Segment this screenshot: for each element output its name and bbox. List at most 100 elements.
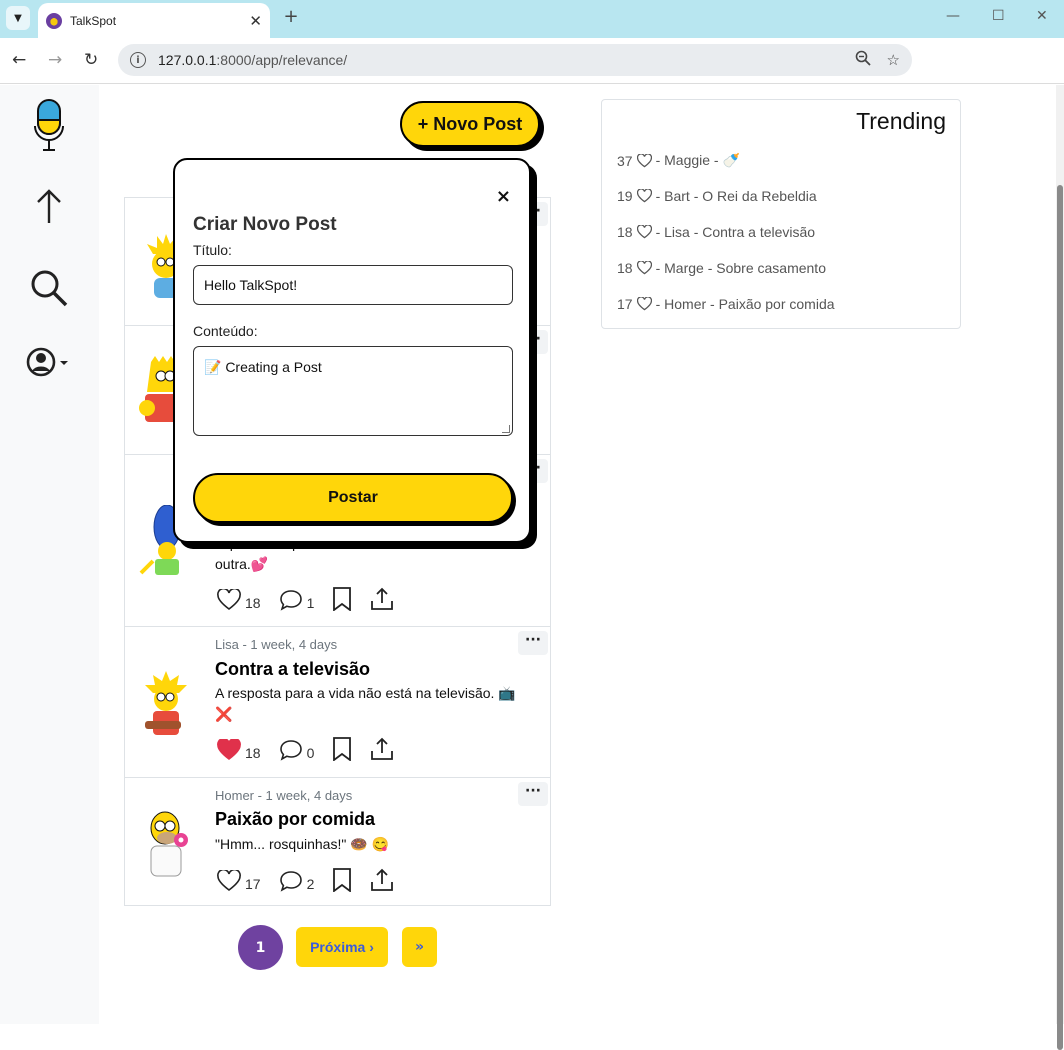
trending-count: 18: [617, 224, 633, 240]
post-actions: 18 0: [217, 737, 412, 761]
comment-action[interactable]: 2: [279, 870, 315, 892]
pagination-current-page[interactable]: 1: [238, 925, 283, 970]
sidebar: [0, 85, 99, 1024]
trending-title: Trending: [856, 108, 946, 134]
url-path: :8000/app/relevance/: [216, 52, 348, 68]
comment-action[interactable]: 0: [279, 739, 315, 761]
comment-action[interactable]: 1: [279, 589, 315, 611]
trending-text: - Marge - Sobre casamento: [655, 260, 826, 276]
bookmark-icon[interactable]: [332, 737, 352, 761]
trending-count: 37: [617, 152, 633, 169]
like-count: 18: [245, 745, 261, 761]
forward-icon[interactable]: →: [48, 50, 62, 70]
heart-filled-icon[interactable]: [217, 739, 241, 761]
reload-icon[interactable]: ↻: [84, 50, 98, 70]
comment-count: 2: [306, 876, 315, 892]
post-actions: 17 2: [217, 868, 412, 892]
heart-icon[interactable]: [217, 589, 241, 611]
maximize-icon[interactable]: ☐: [992, 8, 1005, 24]
trending-item[interactable]: 17 - Homer - Paixão por comida: [617, 296, 835, 312]
content-label: Conteúdo:: [193, 323, 258, 339]
modal-title: Criar Novo Post: [193, 214, 337, 235]
comment-icon[interactable]: [279, 739, 303, 761]
new-post-modal: × Criar Novo Post Título: Hello TalkSpot…: [173, 158, 531, 543]
title-label: Título:: [193, 242, 232, 258]
trending-count: 17: [617, 296, 633, 312]
pagination-next-button[interactable]: Próxima ›: [296, 927, 388, 967]
url-text: 127.0.0.1:8000/app/relevance/: [158, 52, 839, 68]
like-count: 18: [245, 595, 261, 611]
share-icon[interactable]: [370, 587, 394, 611]
new-tab-icon[interactable]: +: [280, 6, 302, 28]
trending-item[interactable]: 18 - Lisa - Contra a televisão: [617, 224, 815, 240]
like-action[interactable]: 18: [217, 589, 261, 611]
lisa-avatar[interactable]: [137, 669, 195, 739]
post-title[interactable]: Contra a televisão: [215, 659, 370, 680]
title-input[interactable]: Hello TalkSpot!: [193, 265, 513, 305]
post-options-button[interactable]: ···: [518, 782, 548, 806]
bookmark-star-icon[interactable]: ☆: [887, 51, 900, 69]
trending-item[interactable]: 18 - Marge - Sobre casamento: [617, 260, 826, 276]
content-textarea[interactable]: 📝 Creating a Post: [193, 346, 513, 436]
pagination-last-button[interactable]: »: [402, 927, 437, 967]
zoom-icon[interactable]: [855, 50, 871, 70]
like-action[interactable]: 18: [217, 739, 261, 761]
trending-item[interactable]: 37 - Maggie - 🍼: [617, 152, 740, 169]
share-action[interactable]: [370, 868, 394, 892]
user-menu-icon[interactable]: [26, 339, 72, 385]
bookmark-action[interactable]: [332, 868, 352, 892]
post-card: ··· Lisa - 1 week, 4 days Contra a telev…: [125, 627, 550, 778]
comment-icon[interactable]: [279, 589, 303, 611]
browser-tab-bar: ▼ TalkSpot ✕ + — ☐ ✕: [0, 0, 1064, 38]
heart-icon: [636, 153, 652, 167]
back-icon[interactable]: ←: [12, 50, 26, 70]
microphone-logo-icon[interactable]: [26, 97, 72, 153]
comment-count: 0: [306, 745, 315, 761]
resize-handle[interactable]: [502, 425, 510, 433]
trending-text: - Homer - Paixão por comida: [655, 296, 835, 312]
post-card: ··· Homer - 1 week, 4 days Paixão por co…: [125, 778, 550, 905]
submit-post-button[interactable]: Postar: [193, 473, 513, 523]
share-action[interactable]: [370, 737, 394, 761]
heart-icon[interactable]: [217, 870, 241, 892]
browser-tab[interactable]: TalkSpot ✕: [38, 3, 270, 38]
bookmark-action[interactable]: [332, 737, 352, 761]
minimize-icon[interactable]: —: [946, 8, 960, 24]
heart-icon: [636, 189, 652, 203]
post-title[interactable]: Paixão por comida: [215, 809, 375, 830]
url-host: 127.0.0.1: [158, 52, 217, 68]
window-close-icon[interactable]: ✕: [1036, 8, 1048, 24]
bookmark-icon[interactable]: [332, 868, 352, 892]
page-content: + Novo Post ··· ··· ··· imperfeitas que …: [0, 85, 1056, 1024]
post-actions: 18 1: [217, 587, 412, 611]
homer-avatar[interactable]: [137, 808, 195, 878]
trending-count: 18: [617, 260, 633, 276]
trending-panel: Trending 37 - Maggie - 🍼 19 - Bart - O R…: [601, 99, 961, 329]
share-icon[interactable]: [370, 868, 394, 892]
new-post-button[interactable]: + Novo Post: [400, 101, 540, 147]
search-icon[interactable]: [26, 265, 72, 311]
heart-icon: [636, 261, 652, 275]
like-action[interactable]: 17: [217, 870, 261, 892]
bookmark-icon[interactable]: [332, 587, 352, 611]
trending-text: - Maggie - 🍼: [655, 152, 740, 168]
share-action[interactable]: [370, 587, 394, 611]
comment-count: 1: [306, 595, 315, 611]
trending-item[interactable]: 19 - Bart - O Rei da Rebeldia: [617, 188, 817, 204]
heart-icon: [636, 297, 652, 311]
tab-close-icon[interactable]: ✕: [249, 12, 262, 30]
post-options-button[interactable]: ···: [518, 631, 548, 655]
share-icon[interactable]: [370, 737, 394, 761]
url-field[interactable]: i 127.0.0.1:8000/app/relevance/ ☆: [118, 44, 912, 76]
trending-count: 19: [617, 188, 633, 204]
comment-icon[interactable]: [279, 870, 303, 892]
bookmark-action[interactable]: [332, 587, 352, 611]
close-icon[interactable]: ×: [496, 186, 511, 207]
tab-search-icon[interactable]: ▼: [6, 6, 30, 30]
arrow-up-icon[interactable]: [26, 183, 72, 229]
trending-text: - Lisa - Contra a televisão: [655, 224, 816, 240]
heart-icon: [636, 225, 652, 239]
scrollbar-thumb[interactable]: [1057, 185, 1063, 1050]
page-scrollbar[interactable]: [1056, 85, 1064, 1050]
site-info-icon[interactable]: i: [130, 52, 146, 68]
